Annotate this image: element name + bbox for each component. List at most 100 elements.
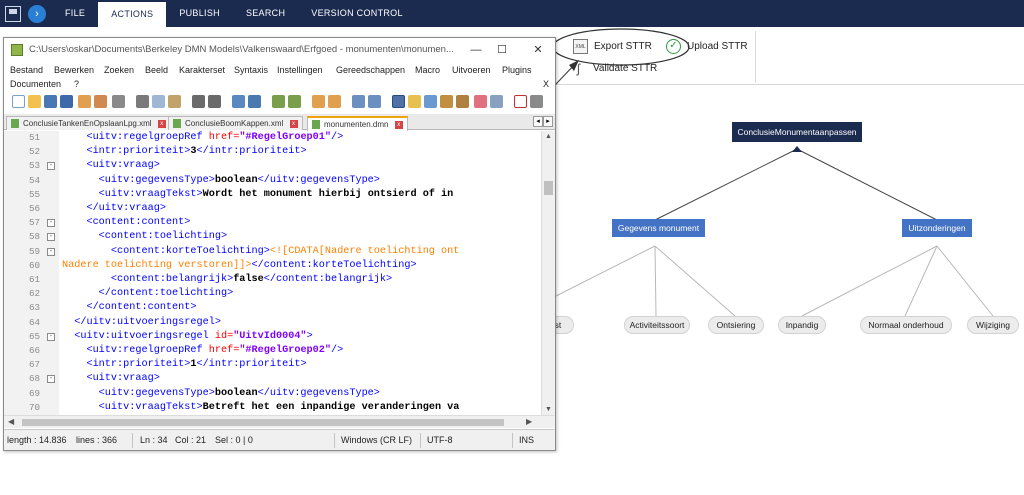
code-line[interactable]: 69 <uitv:gegevensType>boolean</uitv:gege… bbox=[4, 387, 541, 401]
menu-beeld[interactable]: Beeld bbox=[145, 65, 168, 75]
code-line[interactable]: 52 <intr:prioriteit>3</intr:prioriteit> bbox=[4, 145, 541, 159]
status-insert-mode[interactable]: INS bbox=[519, 435, 534, 445]
menu-documenten[interactable]: Documenten bbox=[10, 79, 61, 89]
vertical-scroll-thumb[interactable] bbox=[544, 181, 553, 195]
menu-macro[interactable]: Macro bbox=[415, 65, 440, 75]
copy-icon[interactable] bbox=[152, 95, 165, 108]
find-icon[interactable] bbox=[232, 95, 245, 108]
document-map-icon[interactable] bbox=[424, 95, 437, 108]
code-line[interactable]: 67 <intr:prioriteit>1</intr:prioriteit> bbox=[4, 358, 541, 372]
code-line[interactable]: 57- <content:content> bbox=[4, 216, 541, 230]
maximize-button[interactable]: ☐ bbox=[492, 42, 512, 58]
print-icon[interactable] bbox=[112, 95, 125, 108]
udl-icon[interactable] bbox=[408, 95, 421, 108]
replace-icon[interactable] bbox=[248, 95, 261, 108]
code-line[interactable]: 63 </content:content> bbox=[4, 301, 541, 315]
code-line[interactable]: 55 <uitv:vraagTekst>Wordt het monument h… bbox=[4, 188, 541, 202]
new-file-icon[interactable] bbox=[12, 95, 25, 108]
zoom-out-icon[interactable] bbox=[288, 95, 301, 108]
fold-marker-icon[interactable]: - bbox=[47, 219, 55, 228]
code-line[interactable]: 65- <uitv:uitvoeringsregel id="UitvId000… bbox=[4, 330, 541, 344]
code-line[interactable]: 60 Nadere toelichting verstoren]]></conte… bbox=[4, 259, 541, 273]
status-eol[interactable]: Windows (CR LF) bbox=[341, 435, 412, 445]
stop-record-icon[interactable] bbox=[530, 95, 543, 108]
scroll-left-icon[interactable]: ◀ bbox=[8, 417, 14, 426]
diagram-leaf-wijziging[interactable]: Wijziging bbox=[967, 316, 1019, 334]
menu-gereedschappen[interactable]: Gereedschappen bbox=[336, 65, 405, 75]
save-all-icon[interactable] bbox=[60, 95, 73, 108]
paste-icon[interactable] bbox=[168, 95, 181, 108]
status-encoding[interactable]: UTF-8 bbox=[427, 435, 453, 445]
menu-close-document[interactable]: X bbox=[543, 79, 549, 89]
panel-icon[interactable] bbox=[490, 95, 503, 108]
save-file-icon[interactable] bbox=[44, 95, 57, 108]
scroll-down-icon[interactable]: ▼ bbox=[545, 406, 552, 413]
code-line[interactable]: 58- <content:toelichting> bbox=[4, 230, 541, 244]
tab-scroll-right-icon[interactable]: ▸ bbox=[543, 116, 553, 127]
menu-help[interactable]: ? bbox=[74, 79, 79, 89]
fold-marker-icon[interactable]: - bbox=[47, 233, 55, 242]
fold-marker-icon[interactable]: - bbox=[47, 375, 55, 384]
open-folder-icon[interactable] bbox=[28, 95, 41, 108]
diagram-leaf-ontsiering[interactable]: Ontsiering bbox=[708, 316, 764, 334]
code-line[interactable]: 54 <uitv:gegevensType>boolean</uitv:gege… bbox=[4, 174, 541, 188]
fold-marker-icon[interactable]: - bbox=[47, 332, 55, 341]
scroll-up-icon[interactable]: ▲ bbox=[545, 133, 552, 140]
show-all-characters-icon[interactable] bbox=[368, 95, 381, 108]
word-wrap-icon[interactable] bbox=[352, 95, 365, 108]
menu-karakterset[interactable]: Karakterset bbox=[179, 65, 225, 75]
horizontal-scrollbar[interactable]: ◀ ▶ bbox=[4, 415, 555, 428]
diagram-leaf-inpandig[interactable]: Inpandig bbox=[778, 316, 826, 334]
code-line[interactable]: 59- <content:korteToelichting><![CDATA[N… bbox=[4, 245, 541, 259]
vertical-scrollbar[interactable]: ▲ ▼ bbox=[541, 131, 555, 415]
code-line[interactable]: 61 <content:belangrijk>false</content:be… bbox=[4, 273, 541, 287]
close-window-button[interactable]: ✕ bbox=[528, 42, 548, 58]
close-file-icon[interactable] bbox=[78, 95, 91, 108]
code-line[interactable]: 53- <uitv:vraag> bbox=[4, 159, 541, 173]
menu-syntaxis[interactable]: Syntaxis bbox=[234, 65, 268, 75]
file-tab-monumenten[interactable]: monumenten.dmn x bbox=[307, 116, 408, 131]
code-line[interactable]: 56 </uitv:vraag> bbox=[4, 202, 541, 216]
record-macro-icon[interactable] bbox=[514, 95, 527, 108]
horizontal-scroll-thumb[interactable] bbox=[22, 419, 504, 426]
sync-horizontal-icon[interactable] bbox=[328, 95, 341, 108]
diagram-leaf-activiteitssoort[interactable]: Activiteitssoort bbox=[624, 316, 690, 334]
close-tab-icon[interactable]: x bbox=[289, 119, 298, 128]
minimize-button[interactable]: — bbox=[466, 42, 486, 58]
code-line[interactable]: 68- <uitv:vraag> bbox=[4, 372, 541, 386]
redo-icon[interactable] bbox=[208, 95, 221, 108]
tab-scroll-arrows[interactable]: ◂ ▸ bbox=[533, 116, 553, 127]
scroll-right-icon[interactable]: ▶ bbox=[526, 417, 532, 426]
file-tab-conclusie-boom[interactable]: ConclusieBoomKappen.xml x bbox=[168, 116, 303, 130]
diagram-node-uitzonderingen[interactable]: Uitzonderingen bbox=[902, 219, 972, 237]
code-line[interactable]: 51 <uitv:regelgroepRef href="#RegelGroep… bbox=[4, 131, 541, 145]
close-tab-icon[interactable]: x bbox=[394, 120, 403, 129]
code-line[interactable]: 70 <uitv:vraagTekst>Betreft het een inpa… bbox=[4, 401, 541, 415]
monitoring-icon[interactable] bbox=[474, 95, 487, 108]
indent-guide-icon[interactable] bbox=[392, 95, 405, 108]
diagram-leaf-normaal-onderhoud[interactable]: Normaal onderhoud bbox=[860, 316, 952, 334]
menu-bewerken[interactable]: Bewerken bbox=[54, 65, 94, 75]
code-line[interactable]: 64 </uitv:uitvoeringsregel> bbox=[4, 316, 541, 330]
file-tab-conclusie-tanken[interactable]: ConclusieTankenEnOpslaanLpg.xml x bbox=[6, 116, 171, 130]
menu-instellingen[interactable]: Instellingen bbox=[277, 65, 323, 75]
fold-marker-icon[interactable]: - bbox=[47, 162, 55, 171]
menu-plugins[interactable]: Plugins bbox=[502, 65, 532, 75]
undo-icon[interactable] bbox=[192, 95, 205, 108]
menu-zoeken[interactable]: Zoeken bbox=[104, 65, 134, 75]
function-list-icon[interactable] bbox=[440, 95, 453, 108]
menu-bestand[interactable]: Bestand bbox=[10, 65, 43, 75]
code-line[interactable]: 62 </content:toelichting> bbox=[4, 287, 541, 301]
sync-vertical-icon[interactable] bbox=[312, 95, 325, 108]
code-editor[interactable]: 51 <uitv:regelgroepRef href="#RegelGroep… bbox=[4, 131, 541, 415]
diagram-node-root[interactable]: ConclusieMonumentaanpassen bbox=[732, 122, 862, 142]
cut-icon[interactable] bbox=[136, 95, 149, 108]
zoom-in-icon[interactable] bbox=[272, 95, 285, 108]
fold-marker-icon[interactable]: - bbox=[47, 247, 55, 256]
folder-workspace-icon[interactable] bbox=[456, 95, 469, 108]
close-tab-icon[interactable]: x bbox=[157, 119, 166, 128]
close-all-icon[interactable] bbox=[94, 95, 107, 108]
menu-uitvoeren[interactable]: Uitvoeren bbox=[452, 65, 491, 75]
diagram-node-gegevens-monument[interactable]: Gegevens monument bbox=[612, 219, 705, 237]
code-line[interactable]: 66 <uitv:regelgroepRef href="#RegelGroep… bbox=[4, 344, 541, 358]
